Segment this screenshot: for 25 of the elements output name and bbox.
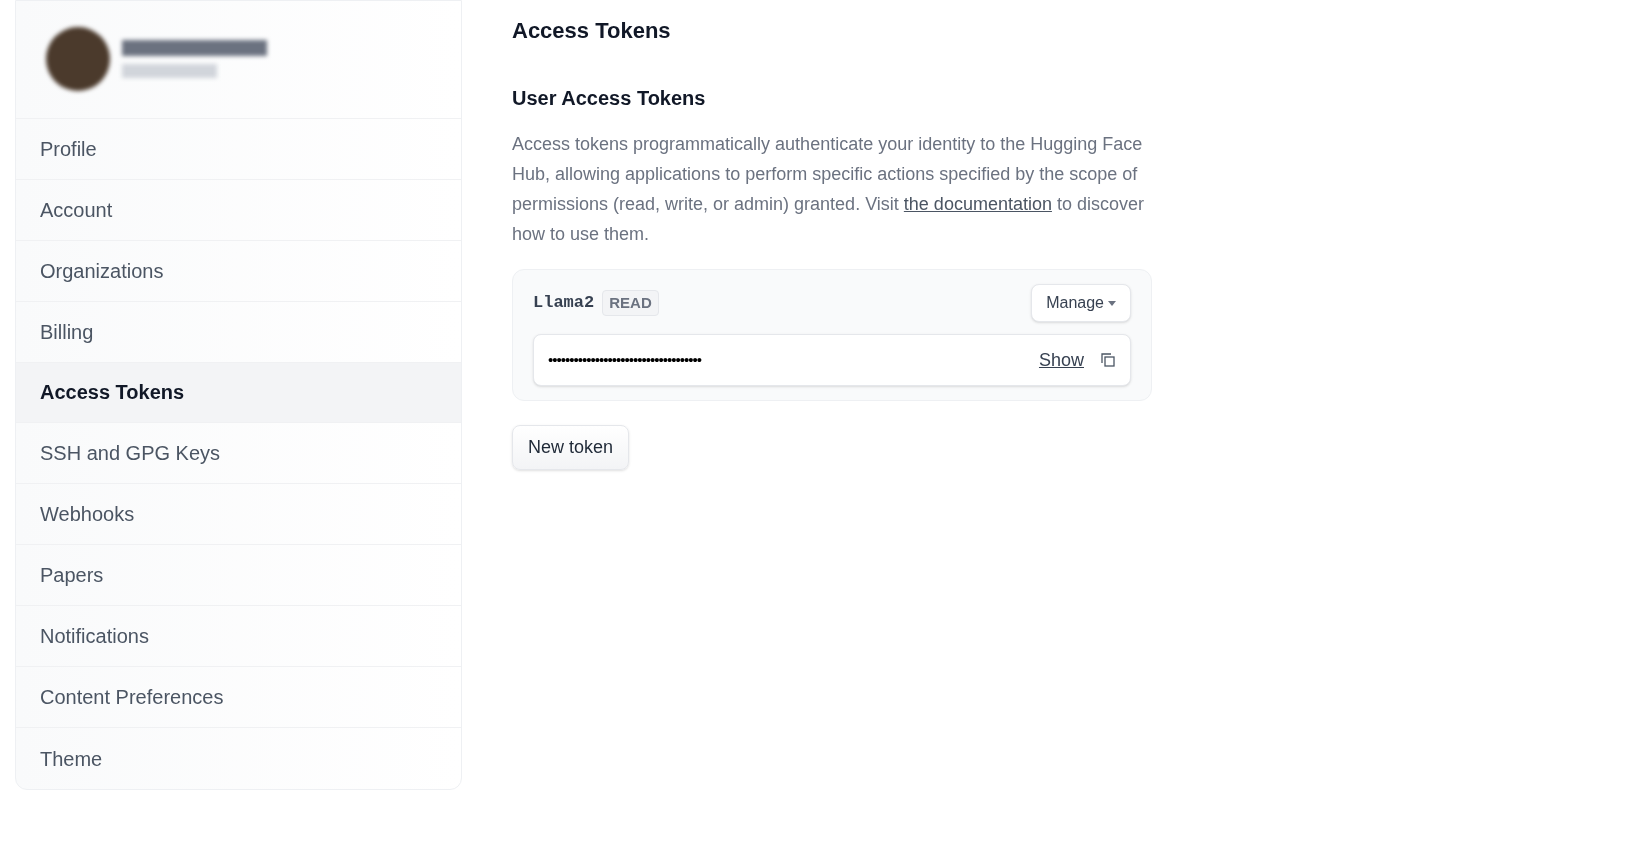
sidebar-item[interactable]: Notifications bbox=[16, 606, 461, 668]
section-title: User Access Tokens bbox=[512, 86, 707, 111]
token-field[interactable]: •••••••••••••••••••••••••••••••••••• Show bbox=[533, 334, 1131, 386]
sidebar-item[interactable]: Access Tokens bbox=[16, 362, 461, 424]
description-text: Access tokens programmatically authenticate your identity to the Hugging Face Hub, allowing applications to perform specific actions specified by the scope of permissions (read, write, or admin) granted. Visit the documentation to discover how to use them. bbox=[512, 133, 1145, 246]
avatar-placeholder bbox=[46, 27, 110, 92]
sidebar-item[interactable]: Papers bbox=[16, 545, 461, 607]
sidebar-item[interactable]: Theme bbox=[16, 728, 461, 789]
role-tag: READ bbox=[602, 289, 659, 317]
new-token-button[interactable]: New token bbox=[512, 425, 630, 470]
page-title: Access Tokens bbox=[512, 17, 672, 45]
sidebar-item[interactable]: Account bbox=[16, 179, 461, 241]
sidebar-item[interactable]: Billing bbox=[16, 301, 461, 363]
sidebar-item[interactable]: Organizations bbox=[16, 240, 461, 302]
sidebar-item[interactable]: SSH and GPG Keys bbox=[16, 423, 461, 485]
sidebar-item[interactable]: Profile bbox=[16, 118, 461, 180]
manage-button[interactable]: Manage bbox=[1031, 284, 1131, 322]
masked-token: •••••••••••••••••••••••••••••••••••• bbox=[548, 349, 702, 370]
caret-icon bbox=[1108, 300, 1116, 306]
sidebar-item[interactable]: Webhooks bbox=[16, 484, 461, 546]
copy-icon[interactable] bbox=[1100, 352, 1116, 368]
sidebar-item[interactable]: Content Preferences bbox=[16, 667, 461, 729]
show-link[interactable]: Show bbox=[1038, 346, 1084, 374]
token-name: Llama2 bbox=[533, 292, 595, 315]
documentation-link[interactable]: the documentation bbox=[903, 194, 1052, 214]
